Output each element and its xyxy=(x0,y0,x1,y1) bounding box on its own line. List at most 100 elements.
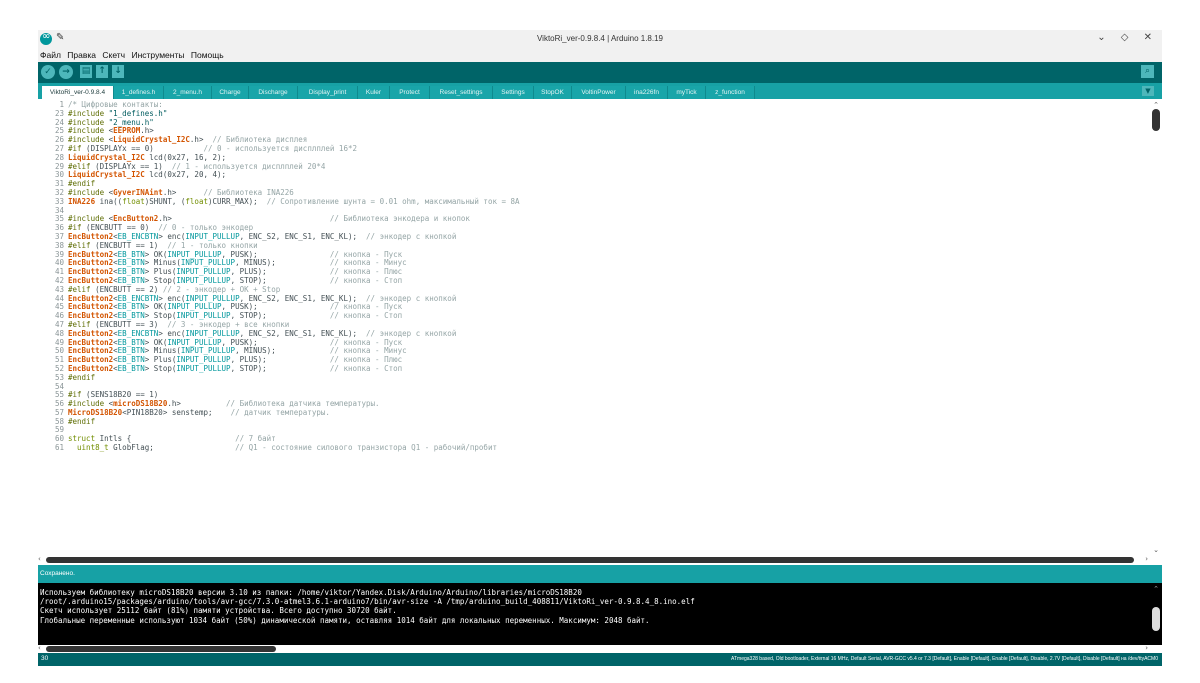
code-text[interactable]: EncButton2<EB_BTN> Minus(INPUT_PULLUP, M… xyxy=(68,258,407,267)
tab-stopok[interactable]: StopOK xyxy=(534,86,572,99)
code-text[interactable]: EncButton2<EB_BTN> Minus(INPUT_PULLUP, M… xyxy=(68,346,407,355)
open-icon[interactable]: ↑ xyxy=(96,65,108,78)
editor-horizontal-scrollbar[interactable]: ‹ › xyxy=(38,555,1162,565)
code-text[interactable]: #include <GyverINAint.h> // Библиотека I… xyxy=(68,188,294,197)
tab-protect[interactable]: Protect xyxy=(390,86,430,99)
console-horizontal-scrollbar[interactable]: ‹ › xyxy=(38,644,1162,653)
code-text[interactable]: #elif (ENCBUTT == 3) // 3 - энкодер + вс… xyxy=(68,320,289,329)
save-icon[interactable]: ↓ xyxy=(112,65,124,78)
tab-voltinpower[interactable]: VoltinPower xyxy=(572,86,626,99)
code-text[interactable]: EncButton2<EB_BTN> OK(INPUT_PULLUP, PUSK… xyxy=(68,302,402,311)
tabs-menu-icon[interactable]: ▼ xyxy=(1142,86,1154,96)
tab-z-function[interactable]: z_function xyxy=(706,86,755,99)
code-text[interactable]: EncButton2<EB_ENCBTN> enc(INPUT_PULLUP, … xyxy=(68,232,456,241)
window-controls[interactable]: ⌄ ◇ ✕ xyxy=(1097,32,1158,43)
menu-help[interactable]: Помощь xyxy=(189,48,226,60)
code-text[interactable]: #endif xyxy=(68,179,95,188)
console-scroll-right-icon[interactable]: › xyxy=(1145,644,1148,652)
tab-2-menu[interactable]: 2_menu.h xyxy=(164,86,212,99)
code-text[interactable]: #include <microDS18B20.h> // Библиотека … xyxy=(68,399,380,408)
code-text[interactable]: #include <EncButton2.h> // Библиотека эн… xyxy=(68,214,470,223)
code-text[interactable]: EncButton2<EB_ENCBTN> enc(INPUT_PULLUP, … xyxy=(68,329,456,338)
code-text[interactable]: EncButton2<EB_ENCBTN> enc(INPUT_PULLUP, … xyxy=(68,294,456,303)
code-line[interactable]: 52 EncButton2<EB_BTN> Stop(INPUT_PULLUP, … xyxy=(38,364,1148,374)
console-line: Используем библиотеку microDS18B20 верси… xyxy=(40,588,582,597)
code-text[interactable]: EncButton2<EB_BTN> Plus(INPUT_PULLUP, PL… xyxy=(68,355,402,364)
code-text[interactable]: LiquidCrystal_I2C lcd(0x27, 16, 2); xyxy=(68,153,226,162)
code-line[interactable]: 24 #include "2_menu.h" xyxy=(38,118,1148,128)
code-text[interactable]: #include <EEPROM.h> xyxy=(68,126,154,135)
new-icon[interactable]: ▤ xyxy=(80,65,92,78)
upload-icon[interactable]: → xyxy=(59,65,73,79)
code-lines[interactable]: 1/* Цифровые контакты: 23 #include "1_defi… xyxy=(38,100,1148,453)
code-text[interactable]: INA226 ina((float)SHUNT, (float)CURR_MAX… xyxy=(68,197,520,206)
code-text[interactable]: #elif (ENCBUTT == 1) // 1 - только кнопк… xyxy=(68,241,258,250)
code-text[interactable]: #endif xyxy=(68,417,95,426)
code-line[interactable]: 61 uint8_t GlobFlag; // Q1 - состояние с… xyxy=(38,443,1148,453)
tab-settings[interactable]: Settings xyxy=(493,86,534,99)
code-line[interactable]: 54​ xyxy=(38,382,1148,392)
console-vertical-scrollbar[interactable] xyxy=(1152,607,1160,631)
code-text[interactable]: #include "2_menu.h" xyxy=(68,118,154,127)
code-text[interactable]: uint8_t GlobFlag; // Q1 - состояние сило… xyxy=(68,443,497,452)
tab-1-defines[interactable]: 1_defines.h xyxy=(114,86,164,99)
code-text[interactable]: EncButton2<EB_BTN> Stop(INPUT_PULLUP, ST… xyxy=(68,276,402,285)
code-editor[interactable]: 1/* Цифровые контакты: 23 #include "1_defi… xyxy=(38,99,1162,556)
scroll-left-icon[interactable]: ‹ xyxy=(38,555,41,563)
editor-hscroll-thumb[interactable] xyxy=(46,557,1134,563)
code-text[interactable]: EncButton2<EB_BTN> Stop(INPUT_PULLUP, ST… xyxy=(68,311,402,320)
code-line[interactable]: 33 INA226 ina((float)SHUNT, (float)CURR_M… xyxy=(38,197,1148,207)
tab-ina226fn[interactable]: ina226fn xyxy=(626,86,668,99)
tab-viktori[interactable]: ViktoRi_ver-0.9.8.4 xyxy=(42,86,114,99)
title-bar: ✎ ViktoRi_ver-0.9.8.4 | Arduino 1.8.19 ⌄… xyxy=(38,30,1162,48)
footer-bar: 30 ATmega328 based, Old bootloader, Exte… xyxy=(38,653,1162,666)
code-text[interactable]: #endif xyxy=(68,373,95,382)
code-line[interactable]: 30 LiquidCrystal_I2C lcd(0x27, 20, 4); xyxy=(38,170,1148,180)
code-text[interactable]: #include <LiquidCrystal_I2C.h> // Библио… xyxy=(68,135,307,144)
tab-kuler[interactable]: Kuler xyxy=(358,86,390,99)
console-output[interactable]: Используем библиотеку microDS18B20 верси… xyxy=(38,583,1162,645)
code-text[interactable]: LiquidCrystal_I2C lcd(0x27, 20, 4); xyxy=(68,170,226,179)
tab-bar: ViktoRi_ver-0.9.8.4 1_defines.h 2_menu.h… xyxy=(38,83,1162,99)
menu-bar: Файл Правка Скетч Инструменты Помощь xyxy=(38,48,1162,62)
window-title: ViktoRi_ver-0.9.8.4 | Arduino 1.8.19 xyxy=(536,34,663,43)
verify-icon[interactable]: ✓ xyxy=(41,65,55,79)
code-line[interactable]: 23 #include "1_defines.h" xyxy=(38,109,1148,119)
code-text[interactable]: EncButton2<EB_BTN> Stop(INPUT_PULLUP, ST… xyxy=(68,364,402,373)
menu-sketch[interactable]: Скетч xyxy=(100,48,127,60)
console-scroll-up-icon[interactable]: ⌃ xyxy=(1153,585,1159,593)
scroll-up-icon[interactable]: ⌃ xyxy=(1153,101,1159,109)
code-text[interactable]: #if (DISPLAYx == 0) // 0 - используется … xyxy=(68,144,357,153)
code-text[interactable]: EncButton2<EB_BTN> OK(INPUT_PULLUP, PUSK… xyxy=(68,338,402,347)
serial-monitor-icon[interactable]: ⌕ xyxy=(1141,65,1154,78)
tab-display-print[interactable]: Display_print xyxy=(298,86,358,99)
tab-charge[interactable]: Charge xyxy=(212,86,249,99)
menu-tools[interactable]: Инструменты xyxy=(129,48,186,60)
editor-vertical-scrollbar[interactable] xyxy=(1152,109,1160,131)
code-text[interactable]: struct Intls { // 7 байт xyxy=(68,434,276,443)
code-text[interactable]: #elif (DISPLAYx == 1) // 1 - используетс… xyxy=(68,162,325,171)
code-text[interactable]: #if (SENS18B20 == 1) xyxy=(68,390,158,399)
console-hscroll-thumb[interactable] xyxy=(46,646,276,652)
code-line[interactable]: 58 #endif xyxy=(38,417,1148,427)
code-text[interactable]: EncButton2<EB_BTN> OK(INPUT_PULLUP, PUSK… xyxy=(68,250,402,259)
tab-reset-settings[interactable]: Reset_settings xyxy=(430,86,493,99)
scroll-right-icon[interactable]: › xyxy=(1145,555,1148,563)
code-line[interactable]: 1/* Цифровые контакты: xyxy=(38,100,1148,110)
tab-mytick[interactable]: myTick xyxy=(668,86,706,99)
console-text: Используем библиотеку microDS18B20 верси… xyxy=(40,588,695,625)
code-text[interactable]: MicroDS18B20<PIN18B20> senstemp; // датч… xyxy=(68,408,330,417)
menu-file[interactable]: Файл xyxy=(38,48,63,60)
code-text[interactable]: #elif (ENCBUTT == 2) // 2 - энкодер + OK… xyxy=(68,285,280,294)
status-text: Сохранено. xyxy=(40,570,75,577)
code-text[interactable]: EncButton2<EB_BTN> Plus(INPUT_PULLUP, PL… xyxy=(68,267,402,276)
code-line[interactable]: 57 MicroDS18B20<PIN18B20> senstemp; // да… xyxy=(38,408,1148,418)
code-text[interactable]: #if (ENCBUTT == 0) // 0 - только энкодер xyxy=(68,223,253,232)
console-scroll-left-icon[interactable]: ‹ xyxy=(38,644,41,652)
tab-discharge[interactable]: Discharge xyxy=(249,86,298,99)
code-text[interactable]: /* Цифровые контакты: xyxy=(68,100,163,109)
code-text[interactable]: #include "1_defines.h" xyxy=(68,109,167,118)
scroll-down-icon[interactable]: ⌄ xyxy=(1153,546,1159,554)
menu-edit[interactable]: Правка xyxy=(65,48,98,60)
code-line[interactable]: 53 #endif xyxy=(38,373,1148,383)
